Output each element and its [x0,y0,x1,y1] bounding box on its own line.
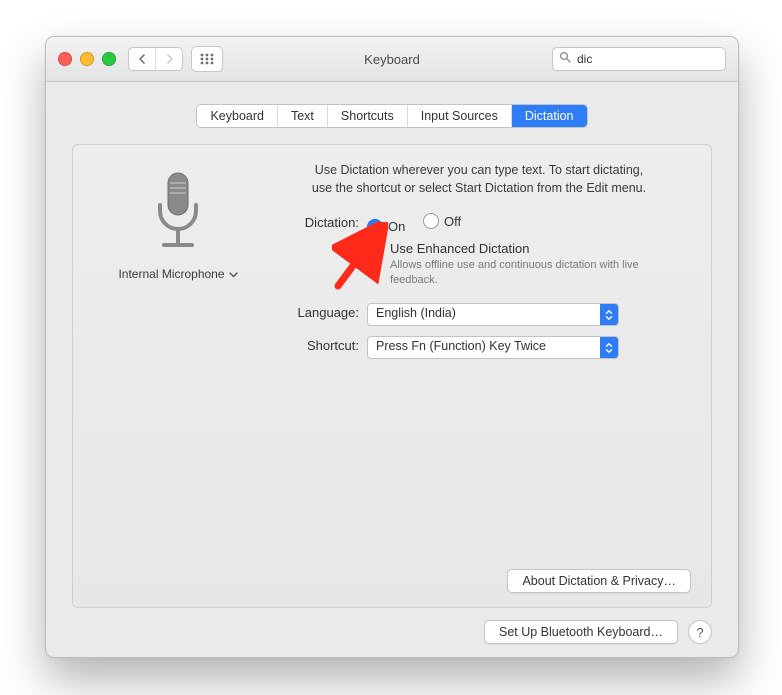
mic-column: Internal Microphone [93,161,263,369]
stepper-arrows-icon [600,337,618,358]
radio-dictation-on[interactable]: On [367,219,405,235]
keyboard-prefs-window: Keyboard KeyboardTextShortcutsInput Sour… [45,36,739,658]
forward-button[interactable] [155,48,182,70]
microphone-icon [149,171,207,255]
setup-bluetooth-keyboard-button[interactable]: Set Up Bluetooth Keyboard… [484,620,678,644]
stepper-arrows-icon [600,304,618,325]
intro-text: Use Dictation wherever you can type text… [267,161,691,197]
search-icon [559,50,571,68]
window-controls [58,52,116,66]
tab-shortcuts[interactable]: Shortcuts [328,105,408,127]
bottom-bar: Set Up Bluetooth Keyboard… ? [72,620,712,644]
clear-search-button[interactable] [738,52,739,66]
label-dictation: Dictation: [267,213,367,230]
tab-input-sources[interactable]: Input Sources [408,105,512,127]
mic-source-label: Internal Microphone [118,267,224,281]
tab-dictation[interactable]: Dictation [512,105,587,127]
shortcut-popup[interactable]: Press Fn (Function) Key Twice [367,336,619,359]
mic-source-dropdown[interactable]: Internal Microphone [118,267,237,281]
tab-bar: KeyboardTextShortcutsInput SourcesDictat… [72,104,712,128]
search-input[interactable] [577,52,732,66]
label-enhanced-dictation: Use Enhanced Dictation [390,241,680,256]
tab-text[interactable]: Text [278,105,328,127]
nav-back-forward [128,47,183,71]
pane-body: KeyboardTextShortcutsInput SourcesDictat… [46,82,738,658]
label-language: Language: [267,303,367,320]
titlebar: Keyboard [46,37,738,82]
about-dictation-privacy-button[interactable]: About Dictation & Privacy… [507,569,691,593]
language-popup[interactable]: English (India) [367,303,619,326]
enhanced-dictation-sub: Allows offline use and continuous dictat… [390,258,680,288]
label-shortcut: Shortcut: [267,336,367,353]
shortcut-value: Press Fn (Function) Key Twice [368,337,600,358]
language-value: English (India) [368,304,600,325]
show-all-button[interactable] [191,46,223,72]
dictation-panel: Internal Microphone Use Dictation wherev… [72,144,712,608]
checkbox-enhanced-dictation[interactable] [367,242,383,258]
zoom-window-button[interactable] [102,52,116,66]
search-field[interactable] [552,47,726,71]
chevron-down-icon [229,267,238,281]
tab-keyboard[interactable]: Keyboard [197,105,278,127]
radio-dictation-off[interactable]: Off [423,213,461,229]
close-window-button[interactable] [58,52,72,66]
help-button[interactable]: ? [688,620,712,644]
minimize-window-button[interactable] [80,52,94,66]
back-button[interactable] [129,48,155,70]
